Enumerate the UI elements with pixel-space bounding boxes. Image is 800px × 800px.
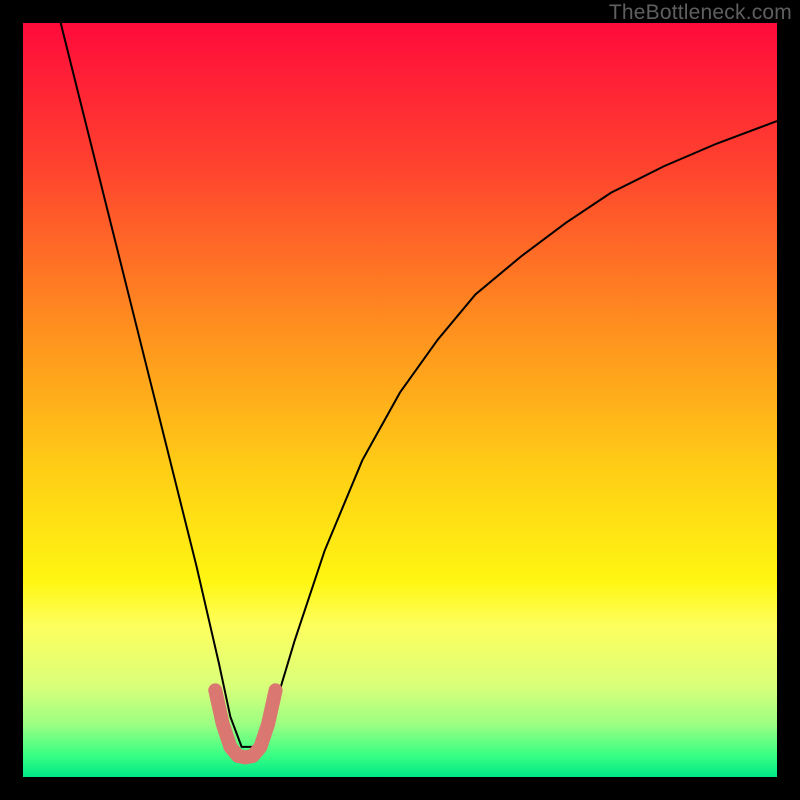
chart-frame (23, 23, 777, 777)
gradient-background (23, 23, 777, 777)
bottleneck-chart (23, 23, 777, 777)
watermark-text: TheBottleneck.com (609, 1, 792, 25)
